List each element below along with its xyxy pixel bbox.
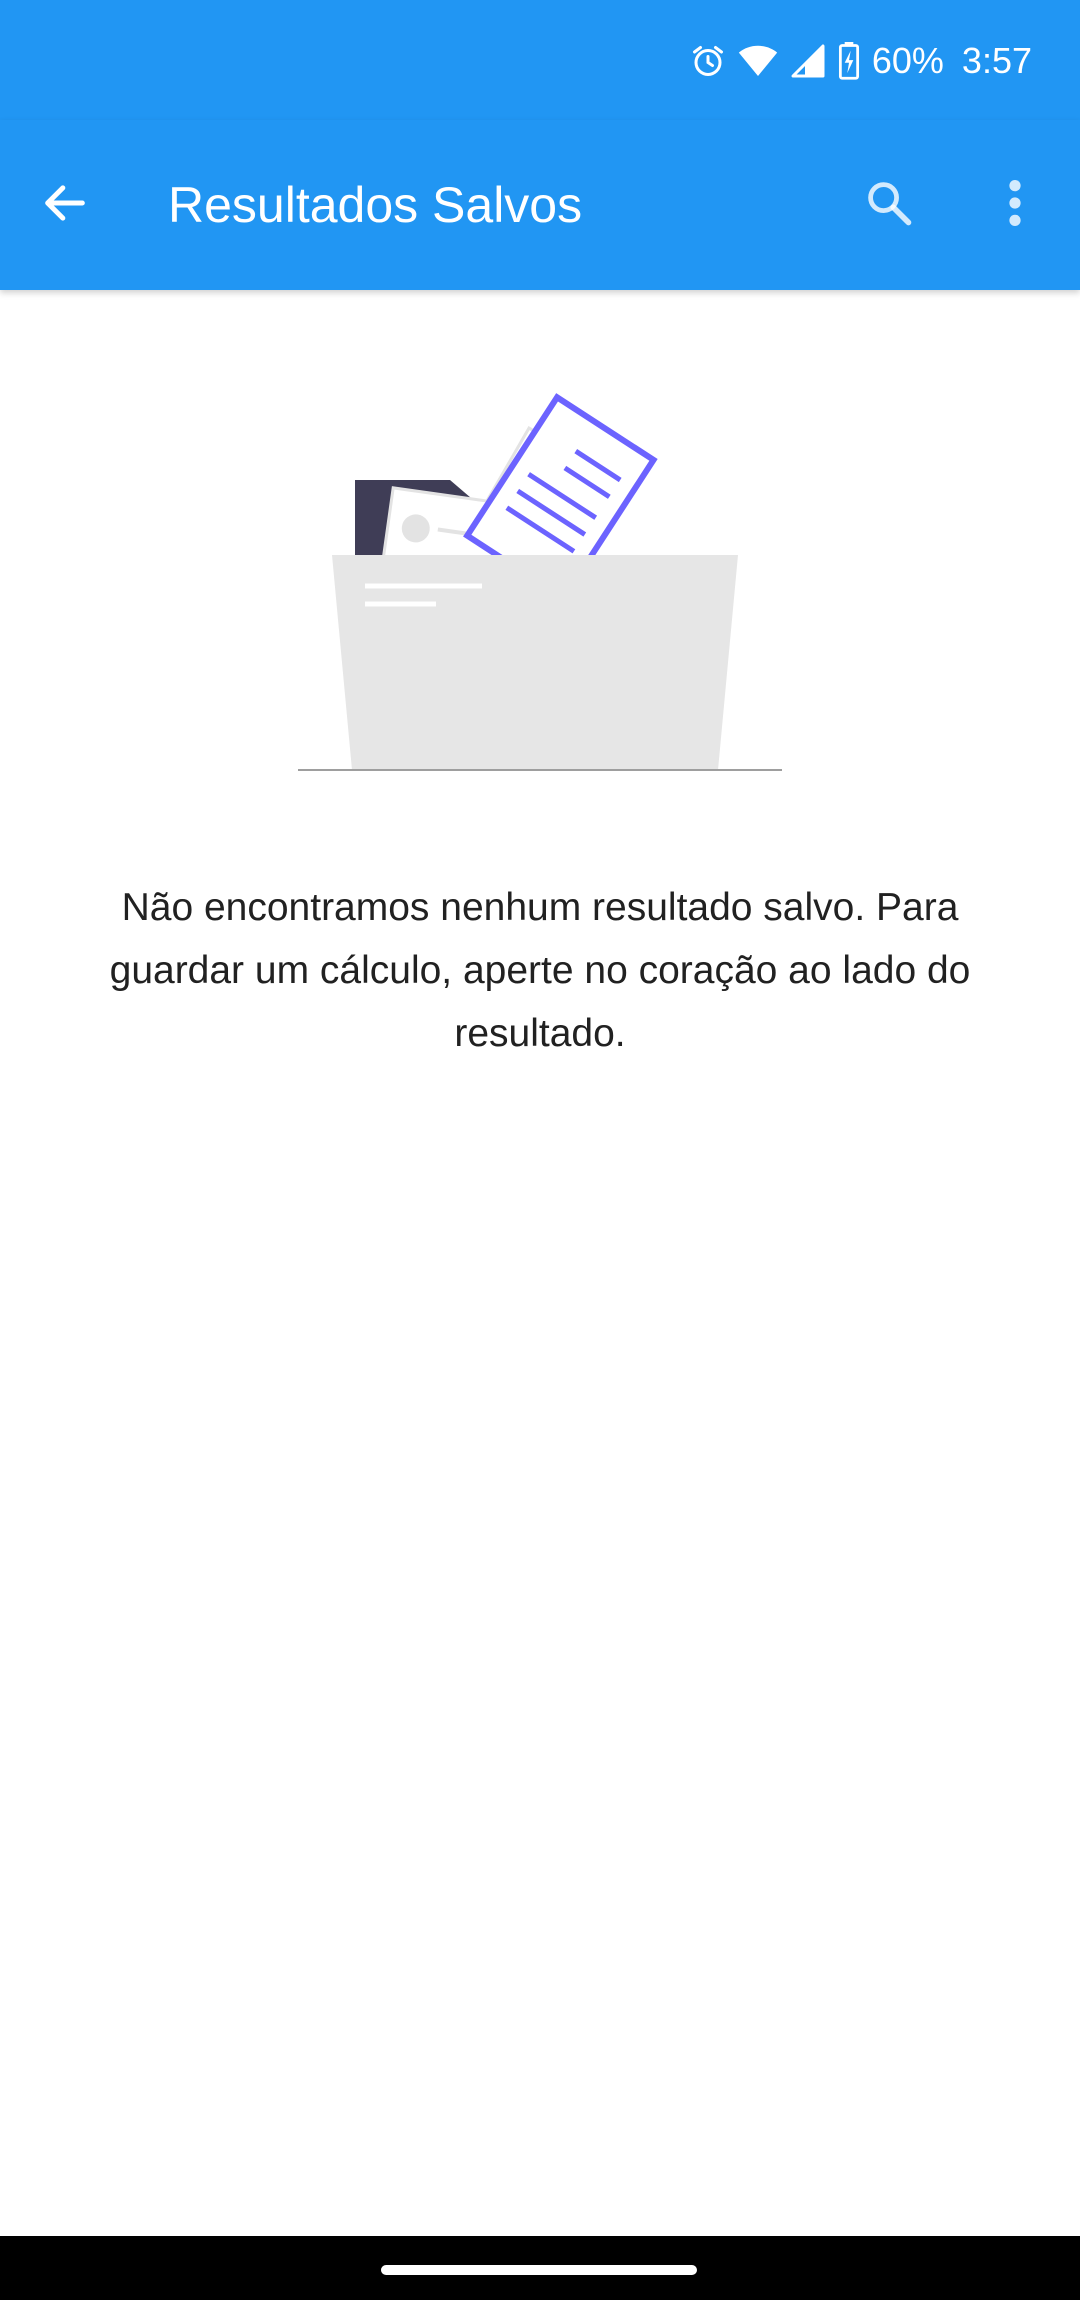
battery-percent: 60%: [871, 40, 944, 81]
back-arrow-icon: [39, 177, 91, 234]
home-indicator[interactable]: [381, 2265, 697, 2275]
empty-folder-illustration: [290, 390, 790, 780]
navigation-bar: [0, 2236, 1080, 2300]
alarm-icon: [690, 43, 726, 79]
clock: 3:57: [961, 40, 1032, 81]
status-icons: 60% 3:57: [690, 36, 1032, 86]
search-button[interactable]: [844, 160, 934, 250]
empty-state-message: Não encontramos nenhum resultado salvo. …: [109, 886, 971, 1055]
status-bar: 60% 3:57: [0, 0, 1080, 120]
app-bar: Resultados Salvos: [0, 120, 1080, 290]
screen: 60% 3:57 Resultados Salvos Não encontram…: [0, 0, 1080, 2300]
more-options-button[interactable]: [970, 160, 1060, 250]
signal-icon: [790, 43, 826, 79]
wifi-icon: [738, 43, 778, 79]
back-button[interactable]: [20, 160, 110, 250]
battery-charging-icon: [838, 42, 860, 80]
search-icon: [863, 177, 915, 234]
more-vert-icon: [1005, 177, 1025, 234]
page-title: Resultados Salvos: [168, 177, 583, 233]
